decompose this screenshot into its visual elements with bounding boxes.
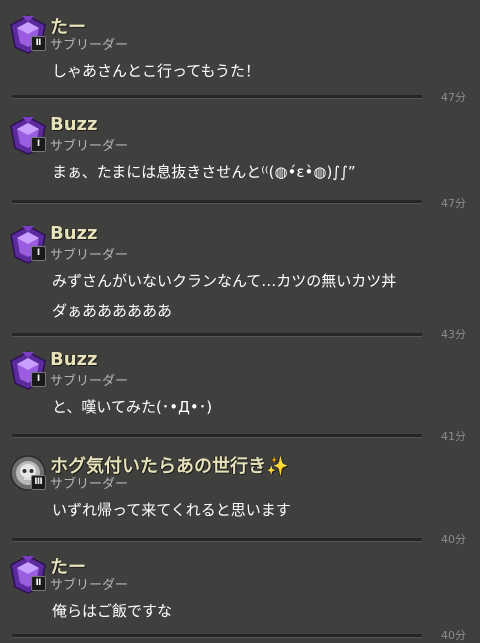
level-badge: Ⅰ bbox=[31, 246, 46, 261]
purple-gem-icon: Ⅱ bbox=[8, 14, 48, 54]
separator bbox=[12, 333, 422, 337]
level-badge: Ⅱ bbox=[31, 576, 46, 591]
message-text: 俺らはご飯ですな bbox=[52, 602, 173, 620]
purple-gem-icon: Ⅰ bbox=[8, 115, 48, 155]
purple-gem-icon: Ⅰ bbox=[8, 224, 48, 264]
separator bbox=[12, 95, 422, 99]
separator bbox=[12, 434, 422, 438]
sender-role: サブリーダー bbox=[50, 374, 129, 389]
level-badge: Ⅰ bbox=[31, 137, 46, 152]
message-text: まぁ、たまには息抜きさせんと⁽⁽(◍•́ε•̀◍)∫∫” bbox=[52, 163, 356, 181]
timestamp: 41分 bbox=[441, 430, 466, 443]
purple-gem-icon: Ⅱ bbox=[8, 554, 48, 594]
sender-role: サブリーダー bbox=[50, 477, 129, 492]
timestamp: 47分 bbox=[441, 197, 466, 210]
separator bbox=[12, 200, 422, 204]
timestamp: 40分 bbox=[441, 629, 466, 642]
separator bbox=[12, 538, 422, 542]
sender-name[interactable]: Buzz bbox=[50, 223, 98, 244]
timestamp: 47分 bbox=[441, 91, 466, 104]
level-badge: Ⅲ bbox=[31, 475, 46, 490]
message-text: みずさんがいないクランなんて…カツの無いカツ丼 ダぁああああああ bbox=[52, 272, 397, 320]
message-text: と、嘆いてみた(･•Д•･) bbox=[52, 398, 213, 416]
separator bbox=[12, 634, 422, 638]
sparkle-icon: ✨ bbox=[266, 456, 289, 477]
sender-role: サブリーダー bbox=[50, 38, 129, 53]
timestamp: 40分 bbox=[441, 533, 466, 546]
level-badge: Ⅱ bbox=[31, 36, 46, 51]
sender-name[interactable]: Buzz bbox=[50, 349, 98, 370]
timestamp: 43分 bbox=[441, 328, 466, 341]
sender-role: サブリーダー bbox=[50, 248, 129, 263]
sender-role: サブリーダー bbox=[50, 578, 129, 593]
sender-role: サブリーダー bbox=[50, 139, 129, 154]
level-badge: Ⅰ bbox=[31, 372, 46, 387]
message-text: いずれ帰って来てくれると思います bbox=[52, 501, 291, 519]
message-text: しゃあさんとこ行ってもうた！ bbox=[52, 62, 261, 80]
chat-log: Ⅱ たー サブリーダー しゃあさんとこ行ってもうた！ 47分 Ⅰ Buzz サブ… bbox=[0, 0, 480, 642]
silver-skull-icon: Ⅲ bbox=[8, 453, 48, 493]
purple-gem-icon: Ⅰ bbox=[8, 350, 48, 390]
sender-name[interactable]: Buzz bbox=[50, 114, 98, 135]
